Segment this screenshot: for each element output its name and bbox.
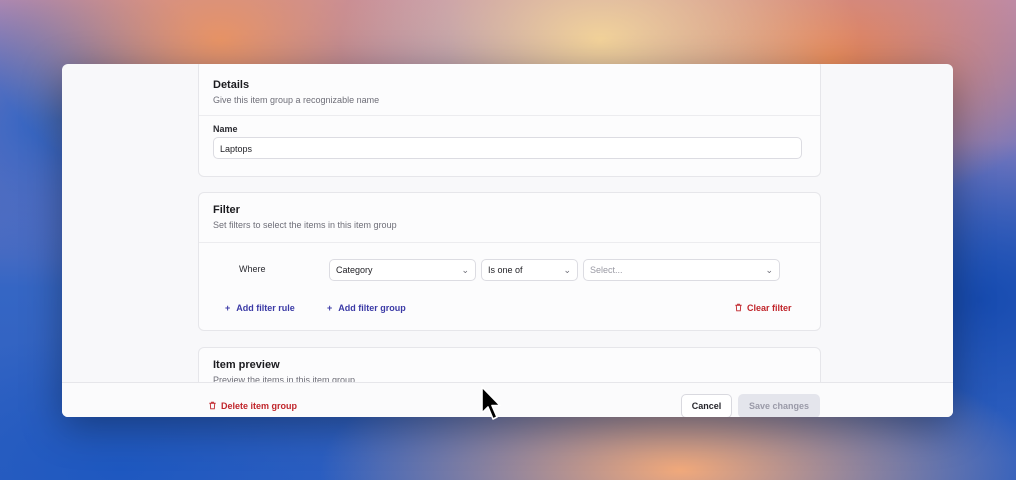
divider (199, 115, 820, 116)
filter-field-value: Category (336, 265, 373, 275)
dialog-footer: Delete item group Cancel Save changes (62, 382, 953, 417)
name-input[interactable]: Laptops (213, 137, 802, 159)
name-label: Name (213, 124, 238, 134)
dialog-content[interactable]: Details Give this item group a recogniza… (62, 64, 953, 383)
add-filter-rule-label: Add filter rule (236, 303, 295, 313)
clear-filter-button[interactable]: Clear filter (734, 303, 792, 313)
edit-item-group-dialog: Details Give this item group a recogniza… (62, 64, 953, 417)
filter-operator-select[interactable]: Is one of ⌄ (481, 259, 578, 281)
filter-operator-value: Is one of (488, 265, 523, 275)
filter-field-select[interactable]: Category ⌄ (329, 259, 476, 281)
item-preview-title: Item preview (213, 359, 280, 371)
item-preview-card: Item preview Preview the items in this i… (198, 347, 821, 383)
filter-value-placeholder: Select... (590, 265, 623, 275)
save-changes-button[interactable]: Save changes (738, 394, 820, 417)
add-filter-group-button[interactable]: + Add filter group (327, 303, 406, 313)
details-card: Details Give this item group a recogniza… (198, 64, 821, 177)
cancel-button[interactable]: Cancel (681, 394, 732, 417)
filter-card: Filter Set filters to select the items i… (198, 192, 821, 331)
filter-where-label: Where (239, 264, 266, 274)
add-filter-rule-button[interactable]: + Add filter rule (225, 303, 295, 313)
delete-item-group-label: Delete item group (221, 401, 298, 411)
mouse-cursor-icon (481, 386, 501, 420)
chevron-down-icon: ⌄ (563, 265, 571, 275)
chevron-down-icon: ⌄ (461, 265, 469, 275)
filter-subtitle: Set filters to select the items in this … (213, 220, 397, 230)
filter-title: Filter (213, 204, 240, 216)
plus-icon: + (327, 303, 333, 313)
plus-icon: + (225, 303, 231, 313)
add-filter-group-label: Add filter group (338, 303, 406, 313)
details-title: Details (213, 79, 250, 91)
divider (199, 242, 820, 243)
details-subtitle: Give this item group a recognizable name (213, 95, 380, 105)
trash-icon (735, 303, 742, 312)
delete-item-group-button[interactable]: Delete item group (208, 401, 297, 411)
clear-filter-label: Clear filter (747, 303, 792, 313)
trash-icon (209, 401, 216, 410)
filter-value-select[interactable]: Select... ⌄ (583, 259, 780, 281)
chevron-down-icon: ⌄ (765, 265, 773, 275)
